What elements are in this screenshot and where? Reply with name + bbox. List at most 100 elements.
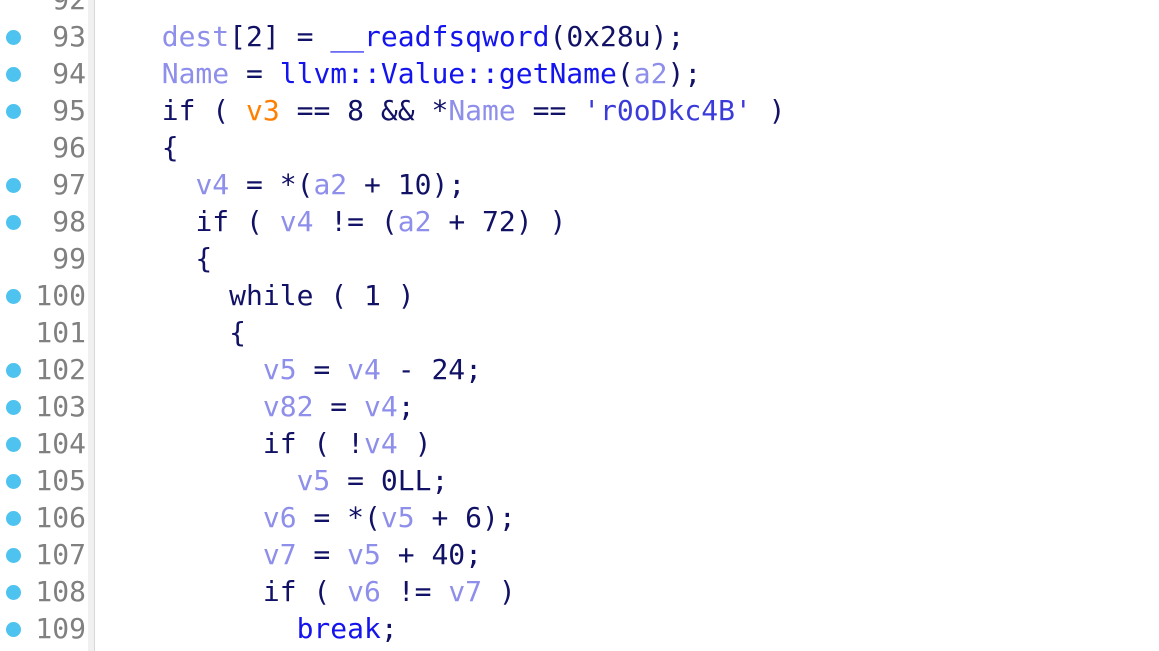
token-num: 2 [246,20,263,53]
line-number: 106 [35,501,86,534]
code-text[interactable]: v7 = v5 + 40; [128,536,482,573]
code-line[interactable]: 103 v82 = v4; [0,388,1159,425]
token-var: v4 [364,390,398,423]
token-plain: ( [313,279,365,312]
pseudocode-editor[interactable]: 9293 dest[2] = __readfsqword(0x28u);94 N… [0,0,1159,651]
code-text[interactable]: v6 = *(v5 + 6); [128,499,516,536]
code-text[interactable]: { [128,314,246,351]
token-plain: ); [667,57,702,90]
token-plain: ) ) [515,205,567,238]
code-line[interactable]: 96 { [0,129,1159,166]
token-func: llvm::Value::getName [279,57,617,90]
token-var: v6 [262,501,297,534]
code-line[interactable]: 105 v5 = 0LL; [0,462,1159,499]
code-line[interactable]: 92 [0,0,1159,18]
code-text[interactable]: v4 = *(a2 + 10); [128,166,465,203]
code-line[interactable]: 93 dest[2] = __readfsqword(0x28u); [0,18,1159,55]
code-line[interactable]: 95 if ( v3 == 8 && *Name == 'r0oDkc4B' ) [0,92,1159,129]
code-line[interactable]: 99 { [0,240,1159,277]
token-var: v82 [262,390,314,423]
code-text[interactable]: if ( !v4 ) [128,425,432,462]
code-line[interactable]: 102 v5 = v4 - 24; [0,351,1159,388]
token-plain: ; [465,538,483,571]
line-number: 108 [35,575,86,608]
token-plain: = *( [296,501,381,534]
token-var: v4 [364,427,398,460]
line-number: 101 [35,316,86,349]
code-text[interactable]: while ( 1 ) [128,277,415,314]
token-plain: == [515,94,584,127]
token-plain: [ [229,20,247,53]
token-num: 0x28u [566,20,651,53]
line-number: 103 [35,390,86,423]
token-plain: ) [751,94,786,127]
token-kw: if [161,94,196,127]
code-text[interactable]: dest[2] = __readfsqword(0x28u); [128,18,685,55]
token-num: 6 [465,501,483,534]
token-plain: ; [465,353,483,386]
code-line[interactable]: 109 break; [0,610,1159,647]
code-text[interactable]: { [128,129,179,166]
token-var: a2 [397,205,432,238]
line-number: 93 [52,20,86,53]
token-plain: = [229,57,280,90]
code-text[interactable]: if ( v4 != (a2 + 72) ) [128,203,566,240]
token-plain: + [380,538,432,571]
token-num: 1 [364,279,381,312]
code-line[interactable]: 107 v7 = v5 + 40; [0,536,1159,573]
token-var: v5 [347,538,381,571]
line-number: 105 [35,464,86,497]
code-text[interactable]: v82 = v4; [128,388,415,425]
code-line[interactable]: 98 if ( v4 != (a2 + 72) ) [0,203,1159,240]
code-line[interactable]: 101 { [0,314,1159,351]
code-line[interactable]: 100 while ( 1 ) [0,277,1159,314]
token-plain: == [279,94,348,127]
token-var: Name [448,94,516,127]
line-number: 97 [52,168,86,201]
code-line[interactable]: 94 Name = llvm::Value::getName(a2); [0,55,1159,92]
line-number: 98 [52,205,86,238]
token-num: 24 [431,353,466,386]
token-plain: ( [195,94,247,127]
token-num: 8 [347,94,365,127]
code-line[interactable]: 97 v4 = *(a2 + 10); [0,166,1159,203]
token-plain: ( [229,205,280,238]
code-line[interactable]: 106 v6 = *(v5 + 6); [0,499,1159,536]
line-number: 100 [35,279,86,312]
token-func: __readfsqword [330,20,550,53]
token-plain: ; [431,464,449,497]
line-number: 102 [35,353,86,386]
code-line[interactable]: 104 if ( !v4 ) [0,425,1159,462]
code-text[interactable]: Name = llvm::Value::getName(a2); [128,55,701,92]
token-num: 40 [431,538,466,571]
token-var: Name [161,57,230,90]
code-text[interactable]: { [128,240,212,277]
code-text[interactable]: v5 = v4 - 24; [128,351,482,388]
token-kw: if [262,427,297,460]
token-plain: ( [296,575,348,608]
code-text[interactable]: break; [128,610,398,647]
code-text[interactable]: v5 = 0LL; [128,462,449,499]
token-plain: ) [380,279,415,312]
token-plain: + [347,168,398,201]
token-plain: ; [397,390,415,423]
line-number: 99 [52,242,86,275]
code-text[interactable]: if ( v6 != v7 ) [128,573,516,610]
token-var: v5 [296,464,331,497]
code-text[interactable]: if ( v3 == 8 && *Name == 'r0oDkc4B' ) [128,92,786,129]
token-plain: ); [431,168,466,201]
token-plain: ( [616,57,634,90]
token-num: 10 [397,168,432,201]
code-line[interactable]: 108 if ( v6 != v7 ) [0,573,1159,610]
